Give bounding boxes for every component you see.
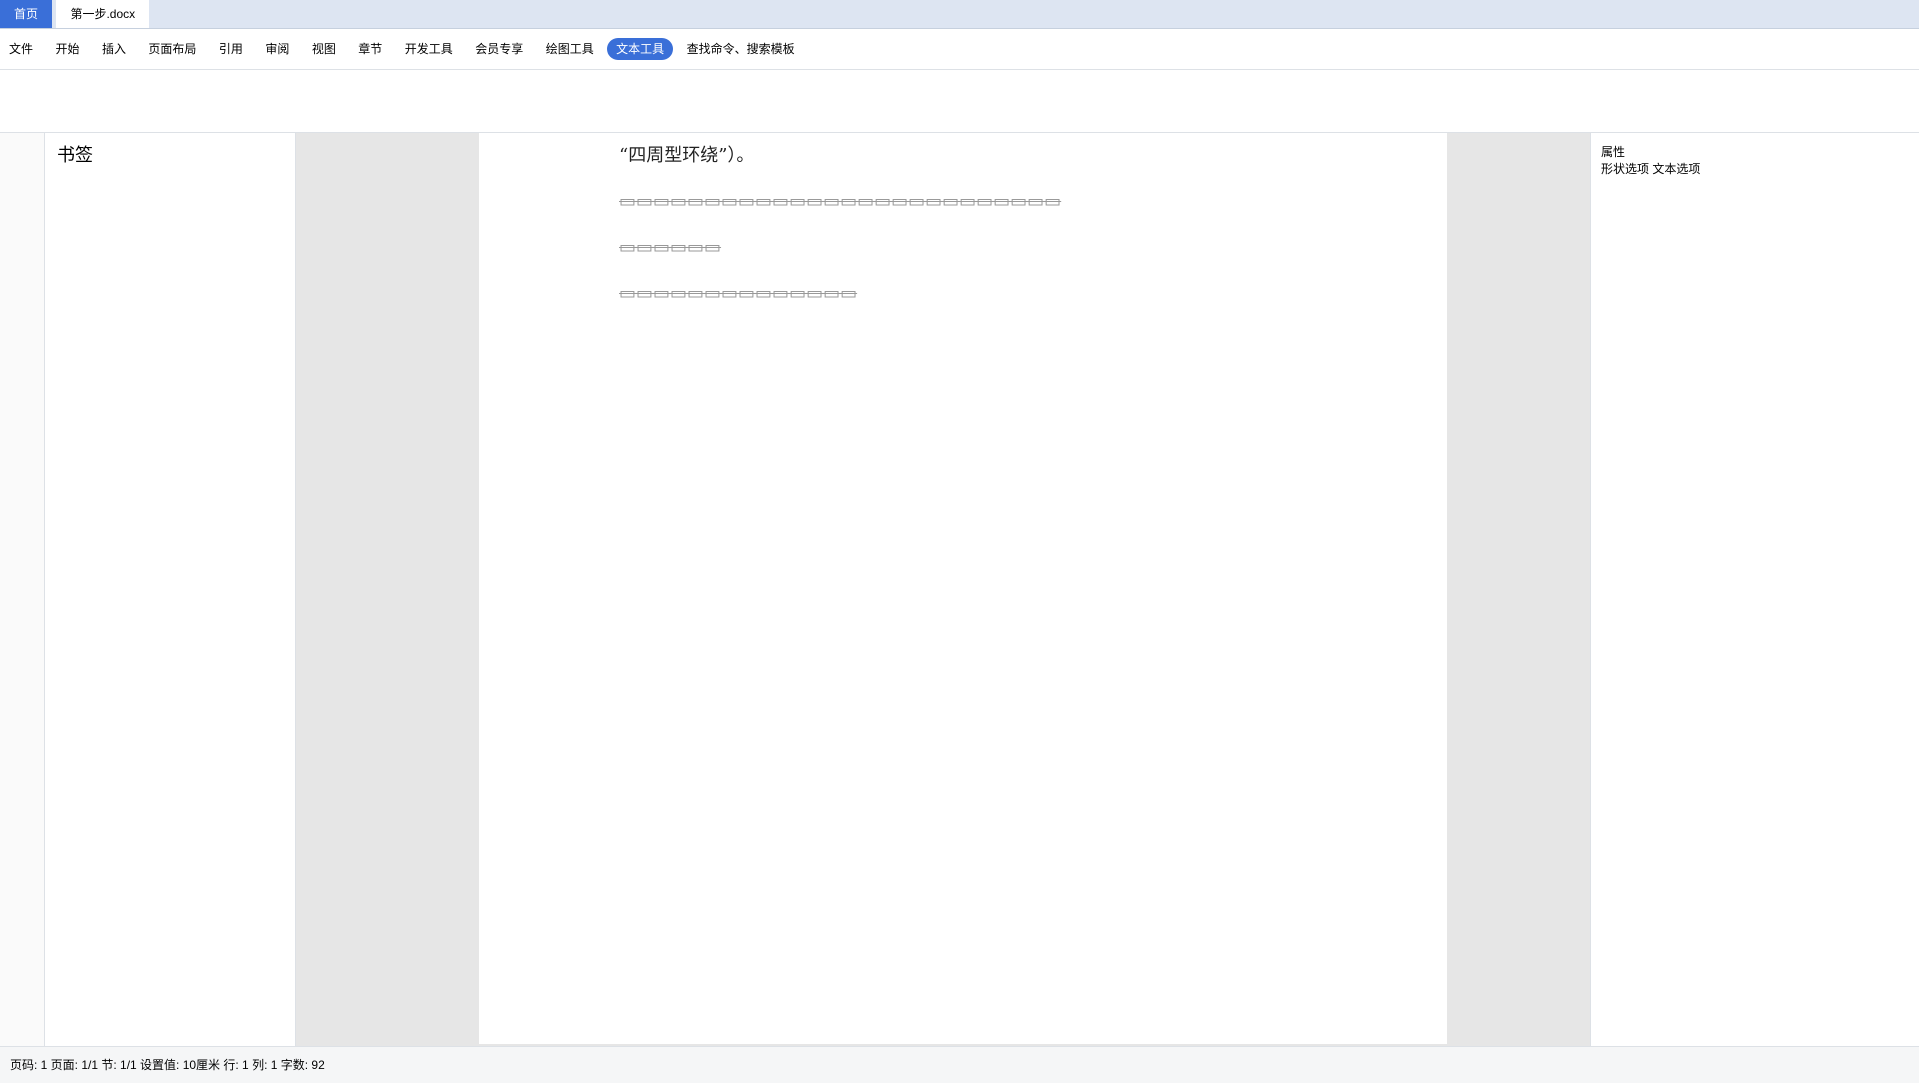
left-rail bbox=[0, 133, 45, 1046]
menu-item-text-tools[interactable]: 文本工具 bbox=[607, 38, 674, 60]
menu-item-devtools[interactable]: 开发工具 bbox=[396, 29, 462, 69]
bookmark-panel: 书签 bbox=[45, 133, 296, 1046]
document-area: “四周型环绕”）。 ▭▭▭▭▭▭▭▭▭▭▭▭▭▭▭▭▭▭▭▭▭▭▭▭▭▭ ▭▭▭… bbox=[296, 133, 1590, 1046]
menu-item-reference[interactable]: 引用 bbox=[210, 29, 252, 69]
doc-line-1: “四周型环绕”）。 bbox=[619, 145, 755, 166]
menu-item-view[interactable]: 视图 bbox=[303, 29, 345, 69]
home-tab[interactable]: 首页 bbox=[0, 0, 53, 28]
tab-shape-options[interactable]: 形状选项 bbox=[1601, 162, 1649, 176]
ribbon-toolbar bbox=[0, 70, 1919, 133]
file-menu[interactable]: 文件 bbox=[0, 29, 42, 69]
menu-item-insert[interactable]: 插入 bbox=[93, 29, 135, 69]
bookmark-panel-title: 书签 bbox=[57, 145, 93, 165]
document-page[interactable]: “四周型环绕”）。 ▭▭▭▭▭▭▭▭▭▭▭▭▭▭▭▭▭▭▭▭▭▭▭▭▭▭ ▭▭▭… bbox=[479, 133, 1447, 1044]
doc-line-2-unreadable: ▭▭▭▭▭▭▭▭▭▭▭▭▭▭▭▭▭▭▭▭▭▭▭▭▭▭ bbox=[619, 191, 1062, 212]
doc-line-4-unreadable: ▭▭▭▭▭▭▭▭▭▭▭▭▭▭ bbox=[619, 283, 858, 304]
status-bar: 页码: 1 页面: 1/1 节: 1/1 设置值: 10厘米 行: 1 列: 1… bbox=[0, 1046, 1919, 1083]
menu-bar: 文件 开始 插入 页面布局 引用 审阅 视图 章节 开发工具 会员专享 绘图工具… bbox=[0, 29, 1919, 70]
menu-item-start[interactable]: 开始 bbox=[46, 29, 88, 69]
menu-item-review[interactable]: 审阅 bbox=[256, 29, 298, 69]
property-panel-title: 属性 bbox=[1601, 145, 1626, 159]
doc-line-3-unreadable: ▭▭▭▭▭▭ bbox=[619, 237, 722, 258]
menu-item-member[interactable]: 会员专享 bbox=[466, 29, 532, 69]
document-tab[interactable]: 第一步.docx bbox=[56, 0, 150, 28]
command-search[interactable]: 查找命令、搜索模板 bbox=[678, 29, 804, 69]
menu-item-draw-tools[interactable]: 绘图工具 bbox=[537, 29, 603, 69]
menu-item-layout[interactable]: 页面布局 bbox=[139, 29, 205, 69]
menu-item-section[interactable]: 章节 bbox=[349, 29, 391, 69]
property-panel: 属性 形状选项 文本选项 bbox=[1590, 133, 1919, 1046]
tab-text-options[interactable]: 文本选项 bbox=[1652, 162, 1700, 176]
tab-bar: 首页 第一步.docx bbox=[0, 0, 1919, 29]
